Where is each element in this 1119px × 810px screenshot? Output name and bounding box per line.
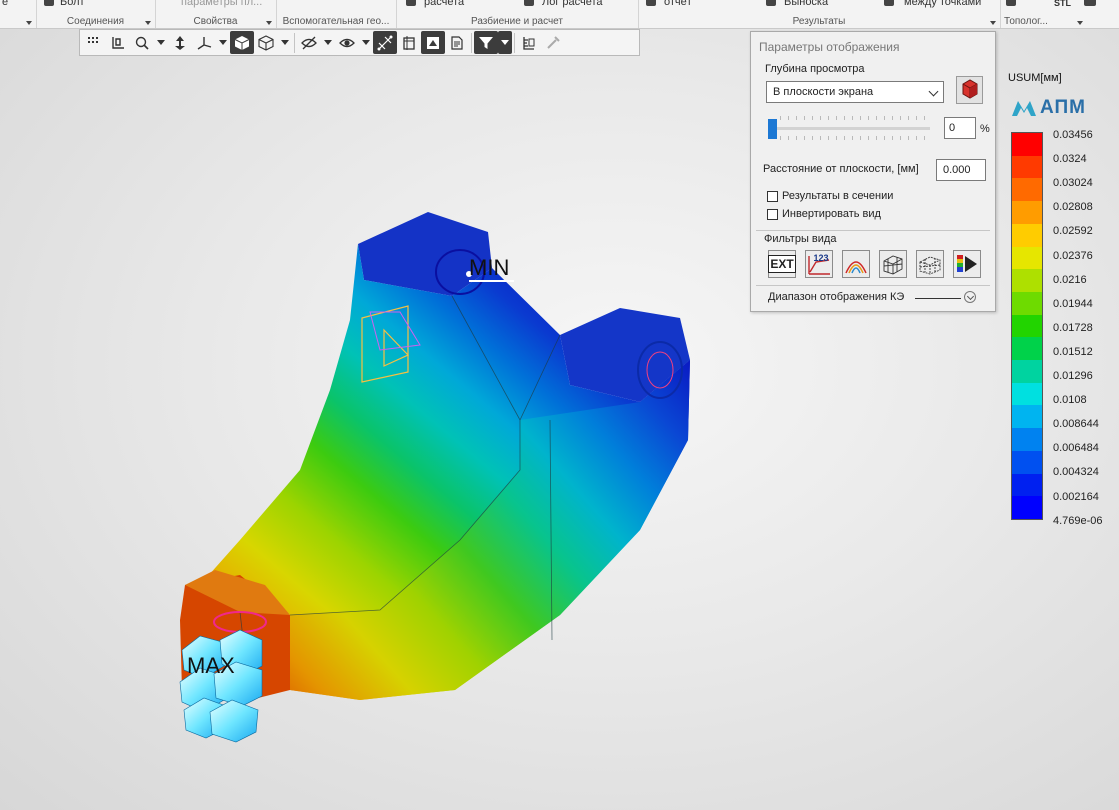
colorbar-band xyxy=(1012,269,1042,292)
colorbar-band xyxy=(1012,291,1042,315)
colorbar-band xyxy=(1012,428,1042,451)
invert-view-label[interactable]: Инвертировать вид xyxy=(782,208,881,220)
legend-value: 0.03024 xyxy=(1053,177,1093,190)
legend-value: 0.02376 xyxy=(1053,249,1093,262)
values-123-icon[interactable]: 123 xyxy=(805,250,833,278)
colorbar-band xyxy=(1012,314,1042,338)
depth-mode-select[interactable]: В плоскости экрана xyxy=(766,81,944,103)
colorbar-band xyxy=(1012,337,1042,361)
colorbar-band xyxy=(1012,450,1042,474)
distance-input[interactable]: 0.000 xyxy=(936,159,986,181)
legend-value: 0.01728 xyxy=(1053,321,1093,334)
colorbar-band xyxy=(1012,246,1042,270)
max-marker-glyphs xyxy=(179,629,263,743)
slider-track xyxy=(768,127,930,130)
legend-title: USUM[мм] xyxy=(1008,72,1062,84)
colorbar-band xyxy=(1012,201,1042,224)
colorbar-band xyxy=(1012,382,1042,406)
apm-logo-icon xyxy=(1012,101,1036,116)
apm-logo-text: АПМ xyxy=(1040,97,1086,118)
colorbar-band xyxy=(1012,155,1042,179)
isolines-icon[interactable] xyxy=(842,250,870,278)
legend-value: 0.0108 xyxy=(1053,394,1087,407)
legend-value: 0.02808 xyxy=(1053,201,1093,214)
fe-range-row[interactable]: Диапазон отображения КЭ xyxy=(768,290,988,306)
colorbar-band xyxy=(1012,360,1042,383)
max-label: MAX xyxy=(187,653,235,678)
legend-value: 0.02592 xyxy=(1053,225,1093,238)
legend-value: 0.0216 xyxy=(1053,273,1087,286)
colorbar-band xyxy=(1012,473,1042,497)
view-filters-label: Фильтры вида xyxy=(764,233,837,245)
colorbar-band xyxy=(1012,223,1042,247)
depth-percent-input[interactable]: 0 xyxy=(944,117,976,139)
red-cube-icon xyxy=(962,79,978,99)
ext-filter-text: EXT xyxy=(768,255,796,273)
percent-sign: % xyxy=(980,123,990,135)
legend-value: 0.002164 xyxy=(1053,490,1099,503)
panel-divider xyxy=(756,285,990,286)
legend-value: 0.004324 xyxy=(1053,466,1099,479)
invert-view-checkbox[interactable] xyxy=(767,209,778,220)
expand-icon[interactable] xyxy=(964,291,976,303)
colorbar-band xyxy=(1012,405,1042,429)
colorbar-band xyxy=(1012,496,1042,519)
fe-range-label: Диапазон отображения КЭ xyxy=(768,291,905,303)
values-123-text: 123 xyxy=(813,253,829,263)
panel-divider xyxy=(756,230,990,231)
section-results-label[interactable]: Результаты в сечении xyxy=(782,190,893,202)
mesh-3d-icon[interactable] xyxy=(879,250,907,278)
ext-filter-icon[interactable]: EXT xyxy=(768,250,796,278)
slider-ticks-top xyxy=(780,116,928,120)
legend-colorbar xyxy=(1011,132,1043,520)
depth-label: Глубина просмотра xyxy=(765,63,865,75)
depth-slider[interactable] xyxy=(768,116,930,140)
section-cube-button[interactable] xyxy=(956,76,983,104)
legend-value: 4.769e-06 xyxy=(1053,514,1103,527)
depth-mode-value: В плоскости экрана xyxy=(773,86,874,98)
legend-value: 0.0324 xyxy=(1053,153,1087,166)
display-params-panel: Параметры отображения Глубина просмотра … xyxy=(750,31,996,312)
distance-label: Расстояние от плоскости, [мм] xyxy=(763,163,919,175)
legend-value: 0.01512 xyxy=(1053,345,1093,358)
slider-thumb[interactable] xyxy=(768,119,777,139)
apm-logo: АПМ xyxy=(1011,97,1086,119)
slider-ticks-bottom xyxy=(780,136,928,140)
play-palette-icon[interactable] xyxy=(953,250,981,278)
legend-value: 0.006484 xyxy=(1053,442,1099,455)
colorbar-band xyxy=(1012,178,1042,202)
min-label: MIN xyxy=(469,255,510,280)
legend-value: 0.03456 xyxy=(1053,129,1093,141)
deformed-mesh-icon[interactable] xyxy=(916,250,944,278)
chevron-down-icon xyxy=(928,86,939,97)
fe-range-line xyxy=(915,298,961,299)
legend-value: 0.008644 xyxy=(1053,418,1099,431)
legend-value: 0.01944 xyxy=(1053,297,1093,310)
legend-value: 0.01296 xyxy=(1053,370,1093,382)
section-results-checkbox[interactable] xyxy=(767,191,778,202)
colorbar-band xyxy=(1012,133,1042,156)
panel-title: Параметры отображения xyxy=(759,40,900,54)
